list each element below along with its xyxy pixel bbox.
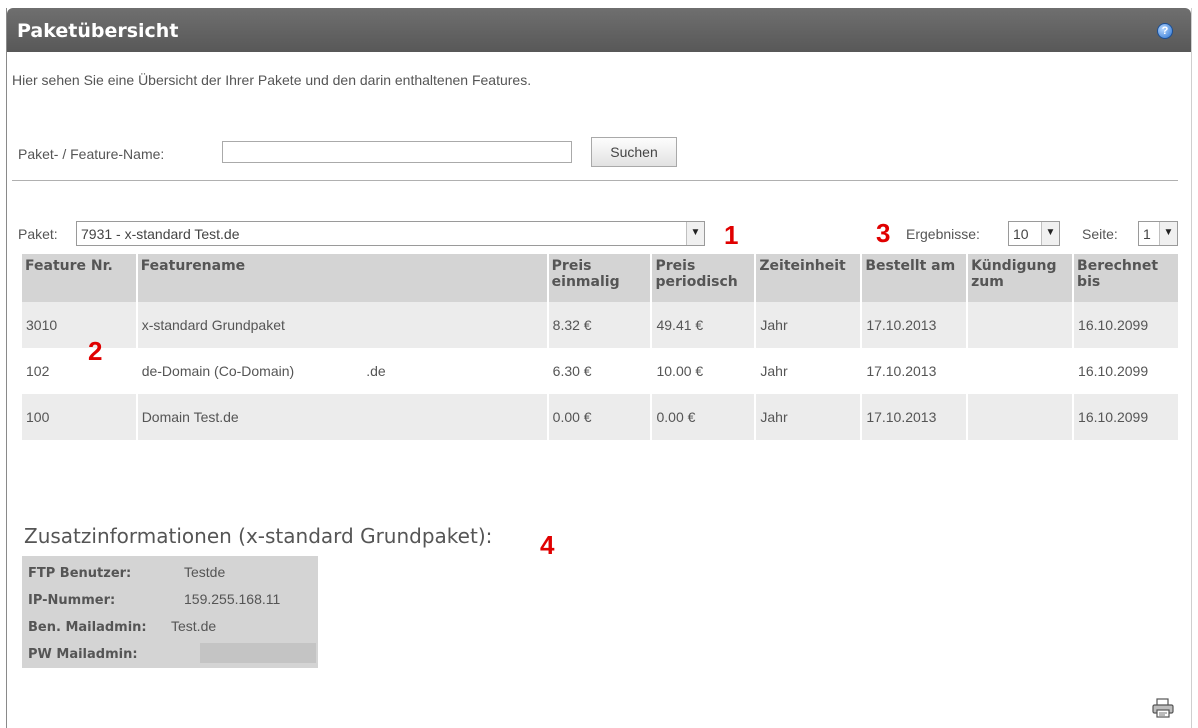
info-pw-label: PW Mailadmin:	[28, 647, 138, 662]
paket-label: Paket:	[18, 226, 58, 242]
page-select[interactable]: 1 ▼	[1138, 221, 1178, 246]
cell-preis-periodisch: 49.41 €	[652, 302, 755, 348]
info-mailadmin-value: Test.de	[171, 618, 217, 634]
table-header-row: Feature Nr. Featurename Preis einmalig P…	[22, 254, 1178, 302]
chevron-down-icon: ▼	[1041, 222, 1059, 245]
additional-info-box: FTP Benutzer: Testde IP-Nummer: 159.255.…	[22, 556, 318, 668]
col-feature-nr[interactable]: Feature Nr.	[22, 254, 136, 302]
cell-kuendigung-zum	[968, 348, 1073, 394]
info-mailadmin-label: Ben. Mailadmin:	[28, 620, 147, 635]
features-table: Feature Nr. Featurename Preis einmalig P…	[20, 254, 1180, 440]
cell-featurename: x-standard Grundpaket	[137, 302, 547, 348]
page-select-value: 1	[1143, 226, 1151, 242]
page-title: Paketübersicht	[17, 20, 179, 42]
paket-select[interactable]: 7931 - x-standard Test.de ▼	[76, 221, 705, 246]
col-preis-einmalig[interactable]: Preis einmalig	[548, 254, 651, 302]
cell-berechnet-bis: 16.10.2099	[1074, 348, 1178, 394]
cell-preis-periodisch: 0.00 €	[652, 394, 755, 440]
cell-kuendigung-zum	[968, 302, 1073, 348]
info-ftp-value: Testde	[184, 564, 226, 580]
results-label: Ergebnisse:	[906, 226, 980, 242]
annotation-marker-1: 1	[724, 220, 739, 250]
annotation-marker-4: 4	[540, 530, 555, 560]
cell-feature-nr: 102	[22, 348, 136, 394]
info-ftp-label: FTP Benutzer:	[28, 566, 132, 581]
chevron-down-icon: ▼	[1159, 222, 1177, 245]
table-row[interactable]: 100 Domain Test.de 0.00 € 0.00 € Jahr 17…	[22, 394, 1178, 440]
chevron-down-icon: ▼	[686, 222, 704, 245]
cell-zeiteinheit: Jahr	[756, 394, 861, 440]
password-redaction	[200, 643, 316, 663]
cell-bestellt-am: 17.10.2013	[862, 394, 967, 440]
annotation-marker-2: 2	[88, 336, 103, 366]
cell-feature-nr: 3010	[22, 302, 136, 348]
search-button[interactable]: Suchen	[591, 137, 677, 167]
cell-bestellt-am: 17.10.2013	[862, 302, 967, 348]
featurename-suffix: .de	[366, 363, 386, 379]
table-row[interactable]: 3010 x-standard Grundpaket 8.32 € 49.41 …	[22, 302, 1178, 348]
info-ip: IP-Nummer: 159.255.168.11	[28, 591, 280, 608]
cell-feature-nr: 100	[22, 394, 136, 440]
cell-kuendigung-zum	[968, 394, 1073, 440]
cell-featurename: de-Domain (Co-Domain) .de	[137, 348, 547, 394]
cell-berechnet-bis: 16.10.2099	[1074, 394, 1178, 440]
col-preis-periodisch[interactable]: Preis periodisch	[652, 254, 755, 302]
col-bestellt-am[interactable]: Bestellt am	[862, 254, 967, 302]
help-icon[interactable]: ?	[1157, 23, 1173, 39]
col-berechnet-bis[interactable]: Berechnet bis	[1074, 254, 1178, 302]
search-label: Paket- / Feature-Name:	[18, 146, 165, 162]
cell-zeiteinheit: Jahr	[756, 348, 861, 394]
cell-preis-periodisch: 10.00 €	[652, 348, 755, 394]
info-mailadmin: Ben. Mailadmin: Test.de	[28, 618, 216, 635]
printer-icon[interactable]	[1152, 698, 1174, 718]
info-ftp-user: FTP Benutzer: Testde	[28, 564, 225, 581]
col-zeiteinheit[interactable]: Zeiteinheit	[756, 254, 861, 302]
cell-berechnet-bis: 16.10.2099	[1074, 302, 1178, 348]
intro-text: Hier sehen Sie eine Übersicht der Ihrer …	[12, 72, 532, 88]
results-select-value: 10	[1013, 226, 1029, 242]
results-per-page-select[interactable]: 10 ▼	[1008, 221, 1060, 246]
paket-select-value: 7931 - x-standard Test.de	[81, 226, 240, 242]
col-kuendigung-zum[interactable]: Kündigung zum	[968, 254, 1073, 302]
info-pw: PW Mailadmin:	[28, 645, 138, 662]
cell-bestellt-am: 17.10.2013	[862, 348, 967, 394]
title-bar: Paketübersicht ?	[7, 8, 1191, 52]
page-label: Seite:	[1082, 226, 1118, 242]
additional-info-title: Zusatzinformationen (x-standard Grundpak…	[24, 524, 493, 548]
table-row[interactable]: 102 de-Domain (Co-Domain) .de 6.30 € 10.0…	[22, 348, 1178, 394]
cell-preis-einmalig: 0.00 €	[548, 394, 651, 440]
featurename-text: de-Domain (Co-Domain)	[141, 363, 295, 379]
cell-preis-einmalig: 8.32 €	[548, 302, 651, 348]
info-ip-label: IP-Nummer:	[28, 593, 116, 608]
cell-zeiteinheit: Jahr	[756, 302, 861, 348]
cell-preis-einmalig: 6.30 €	[548, 348, 651, 394]
cell-featurename: Domain Test.de	[137, 394, 547, 440]
search-input[interactable]	[222, 141, 572, 163]
col-featurename[interactable]: Featurename	[137, 254, 547, 302]
divider	[12, 180, 1178, 181]
info-ip-value: 159.255.168.11	[184, 591, 281, 607]
annotation-marker-3: 3	[876, 218, 891, 248]
